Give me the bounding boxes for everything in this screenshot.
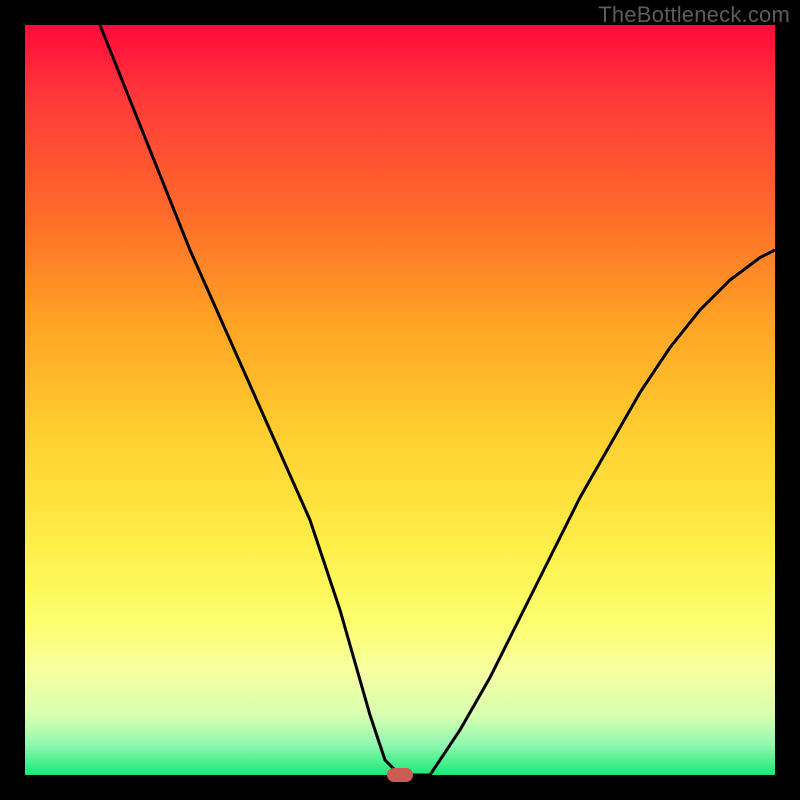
bottleneck-curve <box>25 25 775 775</box>
curve-path <box>100 25 775 775</box>
minimum-marker <box>387 768 413 782</box>
chart-frame: TheBottleneck.com <box>0 0 800 800</box>
plot-area <box>25 25 775 775</box>
